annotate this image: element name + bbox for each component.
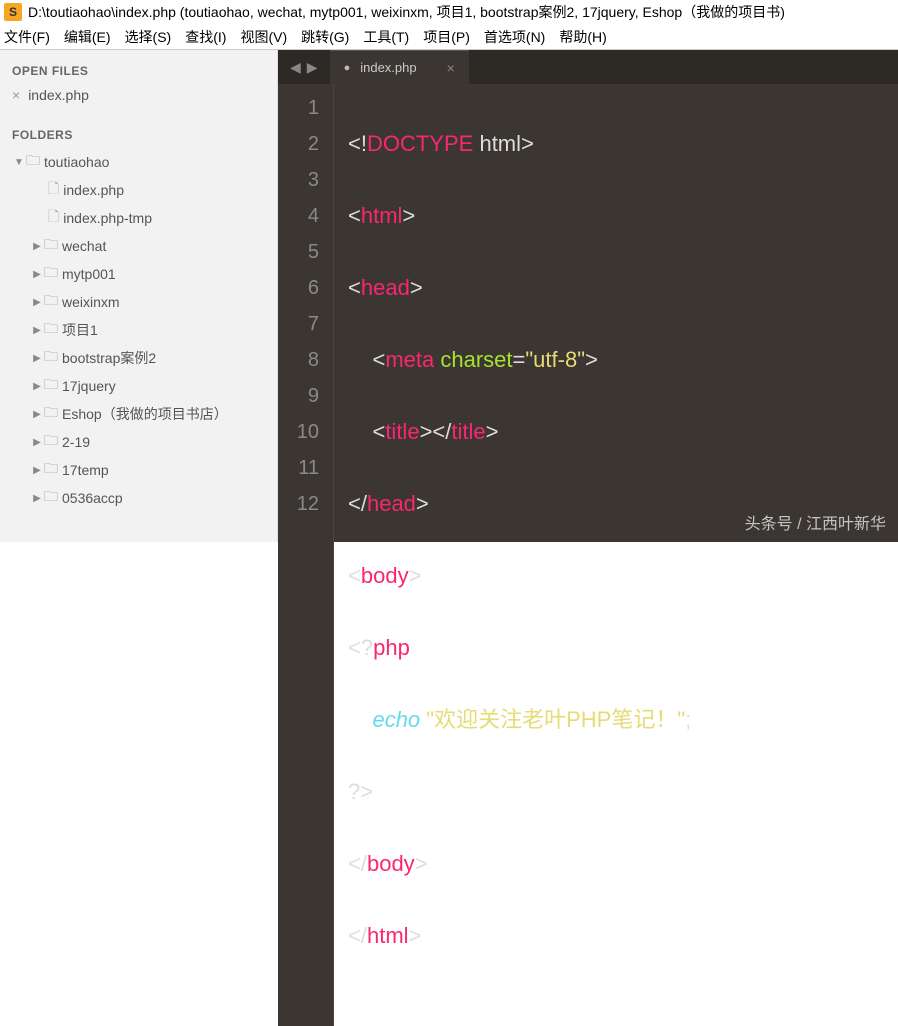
chevron-right-icon: ▶ [30,297,44,308]
tab-active[interactable]: ● index.php × [330,50,469,84]
line-number: 11 [278,450,319,486]
chevron-right-icon: ▶ [30,465,44,476]
sidebar: OPEN FILES × index.php FOLDERS ▼ 🗀 touti… [0,50,278,542]
menu-select[interactable]: 选择(S) [125,27,172,47]
open-file-item[interactable]: × index.php [0,84,277,106]
menu-edit[interactable]: 编辑(E) [64,27,111,47]
chevron-right-icon: ▶ [30,269,44,280]
line-number: 5 [278,234,319,270]
main-area: OPEN FILES × index.php FOLDERS ▼ 🗀 touti… [0,50,898,542]
folder-item[interactable]: ▶🗀Eshop（我做的项目书店） [0,400,277,428]
folder-icon: 🗀 [44,234,58,258]
editor-pane: ◀ ▶ ● index.php × 1 2 3 4 5 6 7 8 9 10 1… [278,50,898,542]
menu-file[interactable]: 文件(F) [4,27,50,47]
chevron-right-icon: ▶ [30,241,44,252]
line-number: 9 [278,378,319,414]
menu-bar: 文件(F) 编辑(E) 选择(S) 查找(I) 视图(V) 跳转(G) 工具(T… [0,24,898,50]
tab-bar: ◀ ▶ ● index.php × [278,50,898,84]
file-item[interactable]: 🗋 index.php-tmp [0,204,277,232]
folder-icon: 🗀 [44,374,58,398]
code-area[interactable]: 1 2 3 4 5 6 7 8 9 10 11 12 <!DOCTYPE htm… [278,84,898,1026]
line-number: 1 [278,90,319,126]
folder-label: 2-19 [62,434,90,450]
chevron-right-icon: ▶ [30,353,44,364]
line-number: 10 [278,414,319,450]
file-icon: 🗋 [48,206,59,230]
folder-item[interactable]: ▶🗀mytp001 [0,260,277,288]
folder-item[interactable]: ▶🗀0536accp [0,484,277,512]
chevron-right-icon: ▶ [30,493,44,504]
title-path: D:\toutiaohao\index.php (toutiaohao, wec… [28,2,785,22]
folder-icon: 🗀 [44,458,58,482]
chevron-down-icon: ▼ [12,157,26,168]
folder-icon: 🗀 [44,486,58,510]
folder-icon: 🗀 [44,430,58,454]
chevron-right-icon: ▶ [30,437,44,448]
folder-item[interactable]: ▶🗀weixinxm [0,288,277,316]
chevron-right-icon: ▶ [30,409,44,420]
folder-icon: 🗀 [44,318,58,342]
chevron-right-icon: ▶ [30,381,44,392]
file-icon: 🗋 [48,178,59,202]
line-number: 3 [278,162,319,198]
file-label: index.php-tmp [63,210,152,226]
line-number: 8 [278,342,319,378]
folder-label: 0536accp [62,490,123,506]
menu-help[interactable]: 帮助(H) [559,27,606,47]
menu-goto[interactable]: 跳转(G) [301,27,349,47]
tab-nav: ◀ ▶ [278,59,330,76]
chevron-right-icon: ▶ [30,325,44,336]
line-gutter: 1 2 3 4 5 6 7 8 9 10 11 12 [278,84,334,1026]
folder-label: weixinxm [62,294,120,310]
title-bar: S D:\toutiaohao\index.php (toutiaohao, w… [0,0,898,24]
menu-find[interactable]: 查找(I) [185,27,226,47]
menu-project[interactable]: 项目(P) [423,27,470,47]
folder-item[interactable]: ▶🗀17temp [0,456,277,484]
folder-label: bootstrap案例2 [62,348,156,368]
back-icon[interactable]: ◀ [290,59,301,76]
line-number: 12 [278,486,319,522]
folder-label: 项目1 [62,320,98,340]
open-files-heading: OPEN FILES [0,58,277,84]
folder-label: mytp001 [62,266,116,282]
close-icon[interactable]: × [447,60,455,76]
line-number: 2 [278,126,319,162]
menu-view[interactable]: 视图(V) [240,27,287,47]
line-number: 4 [278,198,319,234]
folder-icon: 🗀 [44,290,58,314]
open-file-name: index.php [28,87,89,103]
folder-label: toutiaohao [44,154,109,170]
close-icon[interactable]: × [12,87,20,103]
watermark-text: 头条号 / 江西叶新华 [745,510,886,534]
menu-tools[interactable]: 工具(T) [363,27,409,47]
line-number: 7 [278,306,319,342]
app-icon: S [4,3,22,21]
folder-label: wechat [62,238,106,254]
folder-icon: 🗀 [26,150,40,174]
folder-label: Eshop（我做的项目书店） [62,404,228,424]
folder-item[interactable]: ▶🗀17jquery [0,372,277,400]
folder-label: 17temp [62,462,109,478]
folder-icon: 🗀 [44,402,58,426]
line-number: 6 [278,270,319,306]
folder-icon: 🗀 [44,262,58,286]
folder-item[interactable]: ▶🗀2-19 [0,428,277,456]
folder-label: 17jquery [62,378,116,394]
menu-prefs[interactable]: 首选项(N) [484,27,545,47]
forward-icon[interactable]: ▶ [307,59,318,76]
folders-heading: FOLDERS [0,122,277,148]
tab-label: index.php [360,60,416,75]
folder-root[interactable]: ▼ 🗀 toutiaohao [0,148,277,176]
tab-dirty-icon: ● [344,62,351,74]
code-content[interactable]: <!DOCTYPE html> <html> <head> <meta char… [334,84,898,1026]
file-label: index.php [63,182,124,198]
folder-item[interactable]: ▶🗀项目1 [0,316,277,344]
folder-item[interactable]: ▶🗀bootstrap案例2 [0,344,277,372]
folder-icon: 🗀 [44,346,58,370]
file-item[interactable]: 🗋 index.php [0,176,277,204]
folder-item[interactable]: ▶🗀wechat [0,232,277,260]
